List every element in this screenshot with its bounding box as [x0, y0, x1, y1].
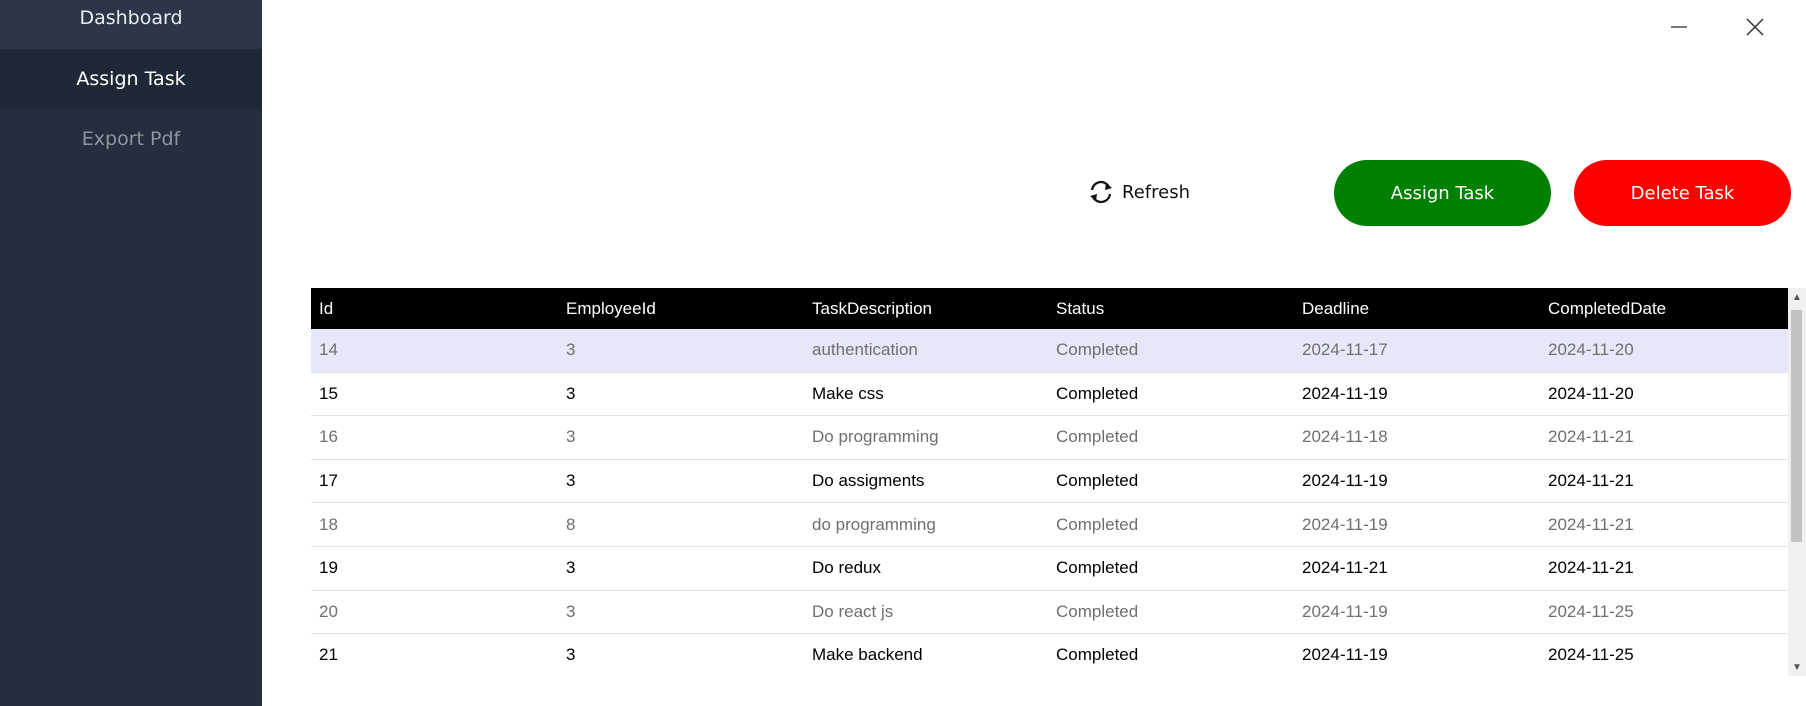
cell-id: 19: [319, 558, 338, 578]
cell-deadline: 2024-11-19: [1302, 514, 1388, 534]
cell-id: 18: [319, 514, 338, 534]
table-row[interactable]: 20 3 Do react js Completed 2024-11-19 20…: [311, 591, 1788, 635]
cell-id: 15: [319, 383, 338, 403]
cell-id: 16: [319, 427, 338, 447]
cell-employeeid: 3: [566, 471, 576, 491]
refresh-icon: [1090, 180, 1112, 204]
column-header-deadline[interactable]: Deadline: [1294, 299, 1540, 319]
column-header-status[interactable]: Status: [1048, 299, 1294, 319]
scroll-down-arrow-icon[interactable]: ▼: [1788, 658, 1806, 676]
vertical-scrollbar[interactable]: ▲ ▼: [1788, 288, 1806, 676]
cell-deadline: 2024-11-19: [1302, 471, 1388, 491]
cell-completeddate: 2024-11-21: [1548, 514, 1634, 534]
task-grid: Id EmployeeId TaskDescription Status Dea…: [311, 288, 1788, 676]
grid-header: Id EmployeeId TaskDescription Status Dea…: [311, 288, 1788, 329]
cell-status: Completed: [1056, 340, 1139, 360]
table-row[interactable]: 19 3 Do redux Completed 2024-11-21 2024-…: [311, 547, 1788, 591]
cell-taskdescription: Make backend: [812, 645, 923, 665]
assign-task-button[interactable]: Assign Task: [1334, 160, 1551, 226]
table-row[interactable]: 21 3 Make backend Completed 2024-11-19 2…: [311, 634, 1788, 676]
cell-deadline: 2024-11-17: [1302, 340, 1388, 360]
cell-deadline: 2024-11-19: [1302, 645, 1388, 665]
cell-completeddate: 2024-11-21: [1548, 471, 1634, 491]
cell-completeddate: 2024-11-25: [1548, 601, 1634, 621]
cell-taskdescription: Do react js: [812, 601, 894, 621]
cell-taskdescription: Do programming: [812, 427, 939, 447]
cell-employeeid: 3: [566, 645, 576, 665]
sidebar-item-export-pdf[interactable]: Export Pdf: [0, 109, 262, 169]
minimize-icon: [1671, 26, 1687, 28]
scroll-thumb[interactable]: [1791, 310, 1802, 542]
cell-completeddate: 2024-11-25: [1548, 645, 1634, 665]
cell-status: Completed: [1056, 471, 1139, 491]
cell-taskdescription: Do assigments: [812, 471, 925, 491]
cell-taskdescription: do programming: [812, 514, 936, 534]
scroll-up-arrow-icon[interactable]: ▲: [1788, 288, 1806, 306]
cell-status: Completed: [1056, 427, 1139, 447]
column-header-employeeid[interactable]: EmployeeId: [558, 299, 804, 319]
cell-id: 17: [319, 471, 338, 491]
cell-completeddate: 2024-11-20: [1548, 383, 1634, 403]
cell-deadline: 2024-11-18: [1302, 427, 1388, 447]
cell-taskdescription: authentication: [812, 340, 918, 360]
app-window: Dashboard Assign Task Export Pdf Refresh…: [0, 0, 1806, 706]
table-row[interactable]: 15 3 Make css Completed 2024-11-19 2024-…: [311, 373, 1788, 417]
refresh-button[interactable]: Refresh: [1086, 174, 1190, 210]
table-row[interactable]: 17 3 Do assigments Completed 2024-11-19 …: [311, 460, 1788, 504]
cell-status: Completed: [1056, 383, 1139, 403]
column-header-id[interactable]: Id: [311, 299, 558, 319]
minimize-button[interactable]: [1659, 12, 1699, 42]
cell-taskdescription: Make css: [812, 383, 884, 403]
sidebar-item-label: Assign Task: [76, 68, 186, 90]
cell-employeeid: 3: [566, 383, 576, 403]
cell-completeddate: 2024-11-20: [1548, 340, 1634, 360]
close-button[interactable]: [1735, 12, 1775, 42]
close-icon: [1746, 18, 1764, 36]
sidebar-item-assign-task[interactable]: Assign Task: [0, 49, 262, 109]
cell-status: Completed: [1056, 601, 1139, 621]
sidebar: Dashboard Assign Task Export Pdf: [0, 0, 262, 706]
delete-task-button[interactable]: Delete Task: [1574, 160, 1791, 226]
cell-employeeid: 8: [566, 514, 576, 534]
table-row[interactable]: 14 3 authentication Completed 2024-11-17…: [311, 329, 1788, 373]
cell-employeeid: 3: [566, 340, 576, 360]
table-row[interactable]: 18 8 do programming Completed 2024-11-19…: [311, 503, 1788, 547]
cell-completeddate: 2024-11-21: [1548, 427, 1634, 447]
cell-deadline: 2024-11-19: [1302, 601, 1388, 621]
assign-task-label: Assign Task: [1390, 182, 1495, 204]
column-header-completeddate[interactable]: CompletedDate: [1540, 299, 1788, 319]
cell-status: Completed: [1056, 514, 1139, 534]
cell-status: Completed: [1056, 645, 1139, 665]
cell-id: 21: [319, 645, 338, 665]
cell-employeeid: 3: [566, 601, 576, 621]
sidebar-item-dashboard[interactable]: Dashboard: [0, 0, 262, 49]
cell-status: Completed: [1056, 558, 1139, 578]
cell-taskdescription: Do redux: [812, 558, 881, 578]
cell-employeeid: 3: [566, 558, 576, 578]
sidebar-item-label: Export Pdf: [81, 128, 181, 150]
cell-deadline: 2024-11-21: [1302, 558, 1388, 578]
column-header-taskdescription[interactable]: TaskDescription: [804, 299, 1048, 319]
refresh-label: Refresh: [1122, 181, 1190, 203]
cell-employeeid: 3: [566, 427, 576, 447]
cell-completeddate: 2024-11-21: [1548, 558, 1634, 578]
cell-deadline: 2024-11-19: [1302, 383, 1388, 403]
cell-id: 14: [319, 340, 338, 360]
delete-task-label: Delete Task: [1630, 182, 1735, 204]
sidebar-item-label: Dashboard: [79, 7, 183, 29]
cell-id: 20: [319, 601, 338, 621]
table-row[interactable]: 16 3 Do programming Completed 2024-11-18…: [311, 416, 1788, 460]
